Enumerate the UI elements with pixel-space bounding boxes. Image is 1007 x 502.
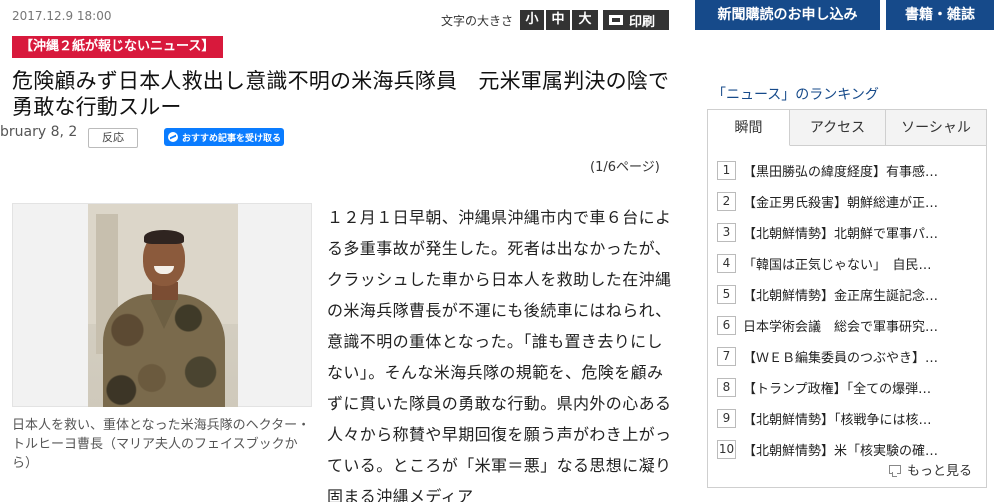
ranking-tabs: 瞬間 アクセス ソーシャル	[708, 110, 986, 146]
tab-social[interactable]: ソーシャル	[886, 110, 986, 146]
rank-number: 6	[717, 316, 736, 335]
printer-icon	[609, 15, 624, 25]
ranking-item[interactable]: 8 【トランプ政権】「全ての爆弾…	[717, 372, 979, 403]
font-size-label: 文字の大きさ	[441, 13, 514, 28]
rank-number: 5	[717, 285, 736, 304]
books-button[interactable]: 書籍・雑誌	[886, 0, 994, 30]
ranking-item[interactable]: 6 日本学術会議 総会で軍事研究…	[717, 310, 979, 341]
messenger-subscribe-button[interactable]: おすすめ記事を受け取る	[164, 128, 284, 146]
tab-instant[interactable]: 瞬間	[708, 110, 790, 146]
ranking-panel: 瞬間 アクセス ソーシャル 1 【黒田勝弘の緯度経度】有事感… 2 【金正男氏殺害】…	[707, 109, 987, 488]
rank-number: 2	[717, 192, 736, 211]
print-label: 印刷	[629, 14, 656, 30]
messenger-icon	[168, 132, 178, 142]
ranking-item[interactable]: 4 「韓国は正気じゃない」 自民…	[717, 248, 979, 279]
rank-title[interactable]: 【北朝鮮情勢】北朝鮮で軍事パ…	[743, 223, 979, 242]
tab-access[interactable]: アクセス	[790, 110, 886, 146]
rank-number: 4	[717, 254, 736, 273]
font-size-controls: 文字の大きさ 小 中 大 印刷	[441, 10, 670, 30]
font-size-large-button[interactable]: 大	[572, 10, 599, 30]
rank-number: 3	[717, 223, 736, 242]
article-body: １２月１日早朝、沖縄県沖縄市内で車６台による多重事故が発生した。死者は出なかった…	[327, 208, 672, 502]
page-count: (1/6ページ)	[590, 160, 660, 175]
more-label: もっと見る	[906, 464, 972, 479]
article-date: 2017.12.9 18:00	[12, 9, 112, 23]
rank-title[interactable]: 【北朝鮮情勢】米「核実験の確…	[743, 440, 979, 459]
rank-title[interactable]: 「韓国は正気じゃない」 自民…	[743, 254, 979, 273]
rank-number: 9	[717, 409, 736, 428]
rank-title[interactable]: 【北朝鮮情勢】金正席生誕記念…	[743, 285, 979, 304]
more-link[interactable]: もっと見る	[888, 460, 972, 479]
ranking-title: 「ニュース」のランキング	[712, 87, 879, 103]
rank-number: 8	[717, 378, 736, 397]
ranking-item[interactable]: 9 【北朝鮮情勢】「核戦争には核…	[717, 403, 979, 434]
print-button[interactable]: 印刷	[603, 10, 670, 30]
subscribe-button[interactable]: 新聞購読のお申し込み	[695, 0, 880, 30]
category-tag[interactable]: 【沖縄２紙が報じないニュース】	[12, 36, 224, 58]
ranking-list: 1 【黒田勝弘の緯度経度】有事感… 2 【金正男氏殺害】朝鮮総連が正… 3 【北朝鮮情…	[717, 155, 979, 465]
article-photo-frame	[12, 203, 312, 407]
article-photo[interactable]	[88, 204, 238, 407]
ranking-item[interactable]: 7 【ＷＥＢ編集委員のつぶやき】…	[717, 341, 979, 372]
rank-number: 10	[717, 440, 736, 459]
rank-title[interactable]: 【金正男氏殺害】朝鮮総連が正…	[743, 192, 979, 211]
rank-number: 1	[717, 161, 736, 180]
ranking-item[interactable]: 2 【金正男氏殺害】朝鮮総連が正…	[717, 186, 979, 217]
rank-number: 7	[717, 347, 736, 366]
messenger-label: おすすめ記事を受け取る	[182, 133, 282, 144]
photo-caption: 日本人を救い、重体となった米海兵隊のヘクター・トルヒーヨ曹長（マリア夫人のフェイ…	[12, 418, 311, 471]
article-page: 2017.12.9 18:00 文字の大きさ 小 中 大 印刷 【沖縄２紙が報じ…	[0, 0, 1007, 502]
article-sub-date: bruary 8, 2	[0, 124, 78, 140]
font-size-medium-button[interactable]: 中	[546, 10, 571, 30]
ranking-item[interactable]: 5 【北朝鮮情勢】金正席生誕記念…	[717, 279, 979, 310]
font-size-small-button[interactable]: 小	[520, 10, 545, 30]
rank-title[interactable]: 【北朝鮮情勢】「核戦争には核…	[743, 409, 979, 428]
rank-title[interactable]: 【黒田勝弘の緯度経度】有事感…	[743, 161, 979, 180]
article-headline: 危険顧みず日本人救出し意識不明の米海兵隊員 元米軍属判決の陰で勇敢な行動スルー	[12, 69, 670, 119]
rank-title[interactable]: 日本学術会議 総会で軍事研究…	[743, 316, 979, 335]
rank-title[interactable]: 【トランプ政権】「全ての爆弾…	[743, 378, 979, 397]
rank-title[interactable]: 【ＷＥＢ編集委員のつぶやき】…	[743, 347, 979, 366]
ranking-item[interactable]: 1 【黒田勝弘の緯度経度】有事感…	[717, 155, 979, 186]
ranking-item[interactable]: 3 【北朝鮮情勢】北朝鮮で軍事パ…	[717, 217, 979, 248]
comment-icon	[888, 465, 901, 477]
react-button[interactable]: 反応	[88, 128, 138, 148]
